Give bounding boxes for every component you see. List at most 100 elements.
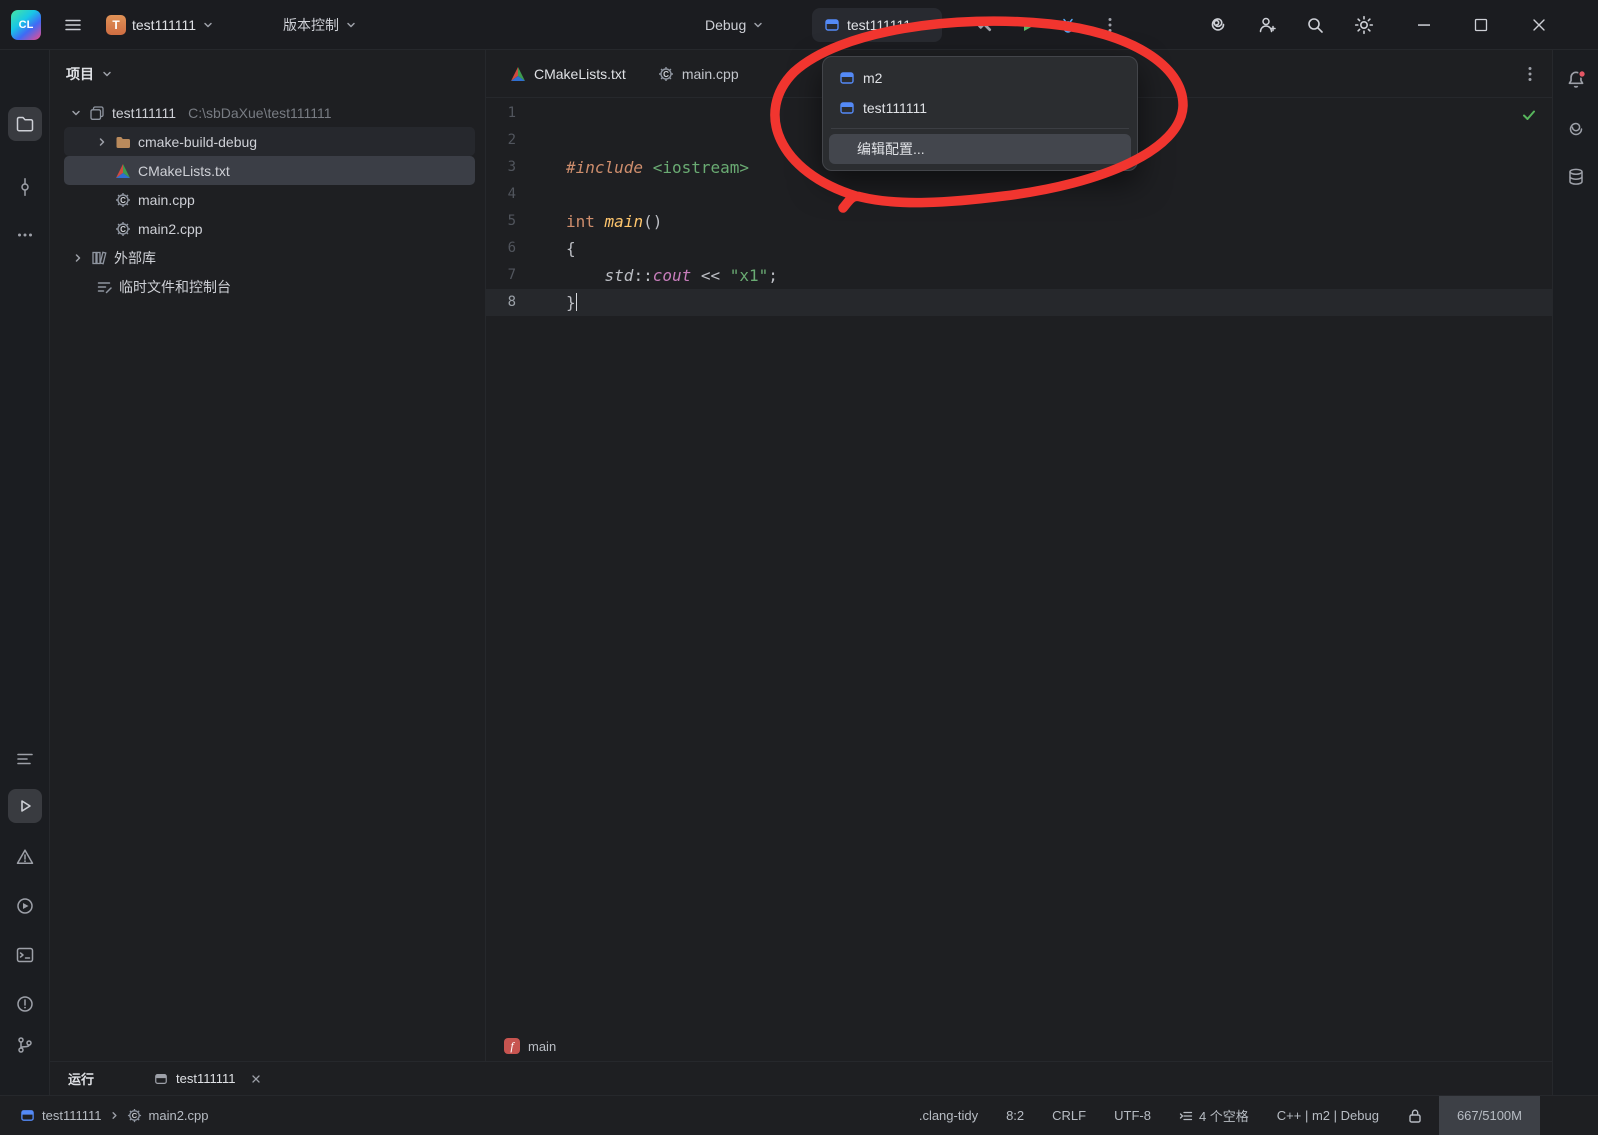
chevron-right-icon[interactable] [72, 252, 84, 264]
notifications-button[interactable] [1559, 63, 1593, 97]
run-config-label: test111111 [847, 17, 911, 33]
build-button[interactable] [968, 8, 1002, 42]
tree-item-label: 外部库 [114, 248, 156, 268]
problems-icon [15, 994, 35, 1014]
clion-logo-icon[interactable]: CL [11, 10, 41, 40]
gear-icon [1354, 15, 1374, 35]
code-area[interactable]: 1 2 3 4 5 6 7 8 #include <iostre [486, 98, 1552, 1031]
structure-tool-button[interactable] [8, 742, 42, 776]
chevron-down-icon[interactable] [70, 107, 82, 119]
inspections-widget[interactable] [1520, 106, 1538, 124]
run-tool-window-title: 运行 [68, 1069, 94, 1088]
editor-breadcrumbs: f main [486, 1031, 1552, 1061]
tree-item-scratches[interactable]: 临时文件和控制台 [50, 272, 485, 301]
library-icon [91, 250, 107, 266]
status-encoding[interactable]: UTF-8 [1114, 1108, 1151, 1123]
main-area: 项目 test111111 C:\sbDaXue\test111111 [0, 50, 1598, 1095]
commit-tool-button[interactable] [8, 170, 42, 204]
search-everywhere-button[interactable] [1298, 8, 1332, 42]
git-tool-button[interactable] [8, 1028, 42, 1062]
inspections-tool-button[interactable] [8, 840, 42, 874]
breadcrumb-function[interactable]: main [528, 1039, 556, 1054]
memory-indicator[interactable]: 667/5100M [1439, 1096, 1540, 1135]
chevron-down-icon [345, 19, 357, 31]
warning-triangle-icon [15, 847, 35, 867]
minimize-button[interactable] [1400, 0, 1448, 49]
titlebar: CL T test111111 版本控制 Debug test111111 [0, 0, 1598, 50]
tab-main-cpp[interactable]: C main.cpp [642, 50, 755, 97]
code-line[interactable] [566, 181, 1552, 208]
run-config-selector[interactable]: test111111 [812, 8, 942, 42]
status-project[interactable]: test111111 [42, 1108, 102, 1123]
run-tool-button[interactable] [8, 789, 42, 823]
tree-item-main2-cpp[interactable]: C main2.cpp [50, 214, 485, 243]
cpp-file-icon: C [658, 66, 674, 82]
status-breadcrumb[interactable]: test111111 C main2.cpp [20, 1108, 209, 1123]
code-line[interactable]: { [566, 235, 1552, 262]
tree-item-label: main.cpp [138, 192, 195, 208]
search-icon [1305, 15, 1325, 35]
popup-edit-configurations[interactable]: 编辑配置... [829, 134, 1131, 164]
popup-item-test111111[interactable]: test111111 [829, 93, 1131, 123]
code-with-me-button[interactable] [1250, 8, 1284, 42]
status-lock[interactable] [1407, 1108, 1423, 1124]
code-line[interactable]: int main() [566, 208, 1552, 235]
debug-button[interactable] [1051, 8, 1085, 42]
services-tool-button[interactable] [8, 889, 42, 923]
run-config-popup: m2 test111111 编辑配置... [822, 56, 1138, 171]
tree-item-project-root[interactable]: test111111 C:\sbDaXue\test111111 [50, 98, 485, 127]
cmake-icon [115, 163, 131, 179]
debug-mode-selector[interactable]: Debug [705, 0, 764, 49]
tree-item-cmakelists[interactable]: CMakeLists.txt [64, 156, 475, 185]
project-panel-header[interactable]: 项目 [50, 50, 485, 98]
more-tools-button[interactable] [8, 218, 42, 252]
bell-icon [1565, 69, 1587, 91]
close-button[interactable] [1515, 0, 1563, 49]
code-line[interactable]: } [566, 289, 1552, 316]
user-plus-icon [1257, 15, 1277, 35]
ai-assistant-tool-button[interactable] [1559, 112, 1593, 146]
function-icon: f [504, 1038, 520, 1054]
tab-cmakelists[interactable]: CMakeLists.txt [494, 50, 642, 97]
project-tool-button[interactable] [8, 107, 42, 141]
tab-label: CMakeLists.txt [534, 66, 626, 82]
project-widget[interactable]: T test111111 [106, 0, 214, 49]
status-line-ending[interactable]: CRLF [1052, 1108, 1086, 1123]
run-config-icon [824, 17, 840, 33]
run-tab-test111111[interactable]: test111111 [154, 1071, 262, 1086]
tree-item-main-cpp[interactable]: C main.cpp [50, 185, 485, 214]
status-clang-tidy[interactable]: .clang-tidy [919, 1108, 978, 1123]
database-tool-button[interactable] [1559, 160, 1593, 194]
debug-mode-label: Debug [705, 17, 746, 33]
maximize-button[interactable] [1457, 0, 1505, 49]
tree-item-external-libraries[interactable]: 外部库 [50, 243, 485, 272]
tree-item-label: CMakeLists.txt [138, 163, 230, 179]
tree-item-label: test111111 [112, 105, 176, 121]
folder-icon [15, 114, 35, 134]
status-caret-position[interactable]: 8:2 [1006, 1108, 1024, 1123]
popup-item-m2[interactable]: m2 [829, 63, 1131, 93]
ellipsis-icon [15, 225, 35, 245]
status-context[interactable]: C++ | m2 | Debug [1277, 1108, 1379, 1123]
status-indent[interactable]: 4 个空格 [1179, 1106, 1249, 1125]
close-tab-button[interactable] [250, 1073, 262, 1085]
status-file[interactable]: main2.cpp [149, 1108, 209, 1123]
kebab-icon [1520, 64, 1540, 84]
indent-icon [1179, 1109, 1193, 1123]
editor-options-button[interactable] [1520, 64, 1540, 84]
project-avatar: T [106, 15, 126, 35]
run-button[interactable] [1011, 8, 1045, 42]
settings-button[interactable] [1347, 8, 1381, 42]
chevron-right-icon[interactable] [96, 136, 108, 148]
main-menu-button[interactable] [55, 0, 91, 49]
ai-assistant-button[interactable] [1201, 8, 1235, 42]
vcs-widget[interactable]: 版本控制 [283, 0, 357, 49]
right-tool-strip [1552, 50, 1598, 1095]
tree-item-cmake-build-debug[interactable]: cmake-build-debug [64, 127, 475, 156]
more-actions-button[interactable] [1093, 8, 1127, 42]
terminal-tool-button[interactable] [8, 938, 42, 972]
chevron-right-icon [109, 1110, 120, 1121]
cpp-file-icon: C [115, 192, 131, 208]
code-line[interactable]: std::cout << "x1"; [566, 262, 1552, 289]
problems-tool-button[interactable] [8, 987, 42, 1021]
